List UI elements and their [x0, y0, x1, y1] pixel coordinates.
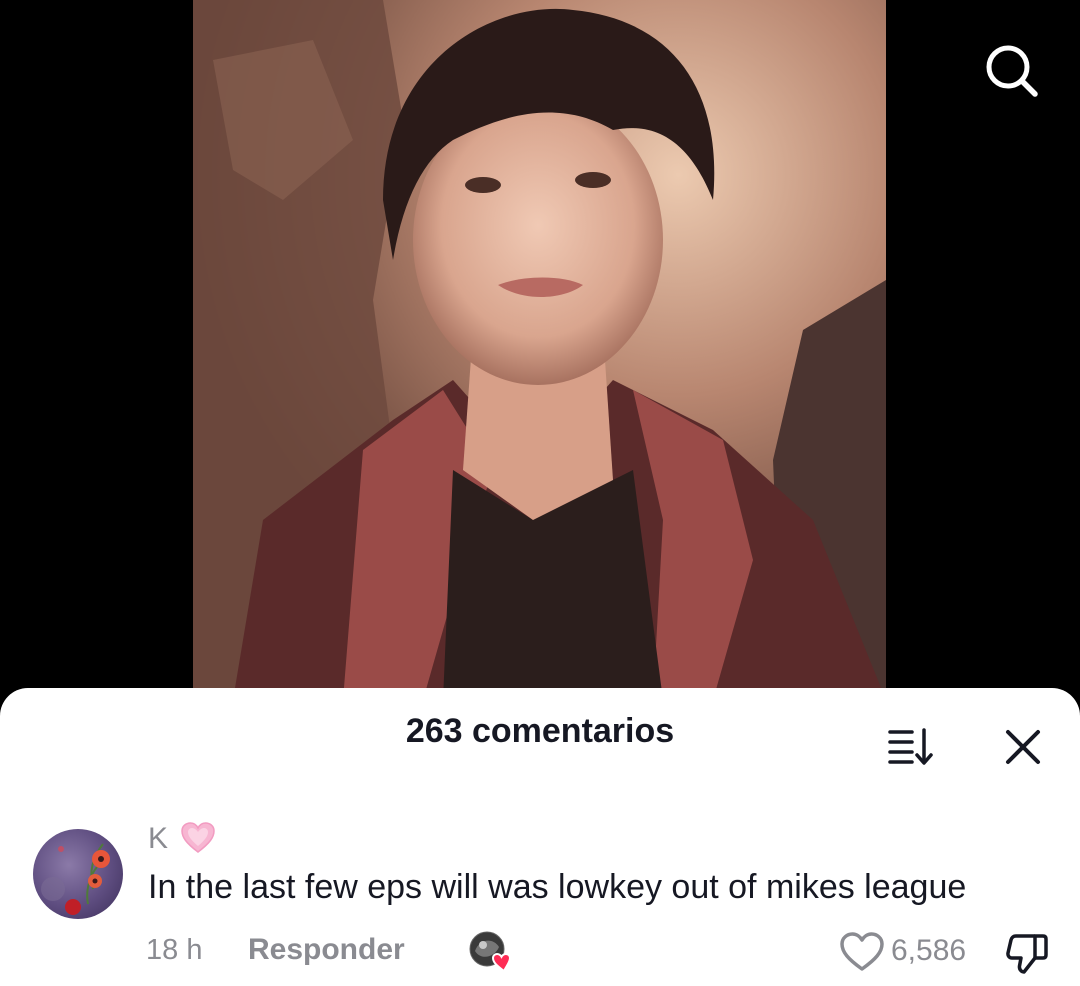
heart-outline-icon[interactable]	[839, 931, 885, 973]
reply-button[interactable]: Responder	[248, 933, 405, 967]
search-button[interactable]	[982, 42, 1040, 100]
comment-username[interactable]: K	[148, 822, 168, 856]
video-player[interactable]	[0, 0, 1080, 700]
close-icon	[1006, 730, 1040, 764]
commenter-avatar[interactable]	[33, 829, 123, 919]
sort-icon	[888, 728, 933, 765]
close-button[interactable]	[1002, 726, 1044, 768]
comment-text: In the last few eps will was lowkey out …	[148, 868, 967, 906]
video-frame	[193, 0, 886, 700]
pink-heart-icon	[180, 821, 216, 855]
comments-sheet: 263 comentarios K In the last few eps wi…	[0, 688, 1080, 986]
sort-button[interactable]	[884, 724, 934, 768]
avatar-image	[41, 843, 110, 915]
like-count: 6,586	[891, 934, 967, 967]
comment-timestamp: 18 h	[146, 934, 203, 966]
thumbs-down-icon[interactable]	[1004, 931, 1050, 977]
video-still-image	[193, 0, 886, 700]
search-icon	[986, 45, 1038, 97]
creator-liked-badge	[467, 929, 519, 975]
